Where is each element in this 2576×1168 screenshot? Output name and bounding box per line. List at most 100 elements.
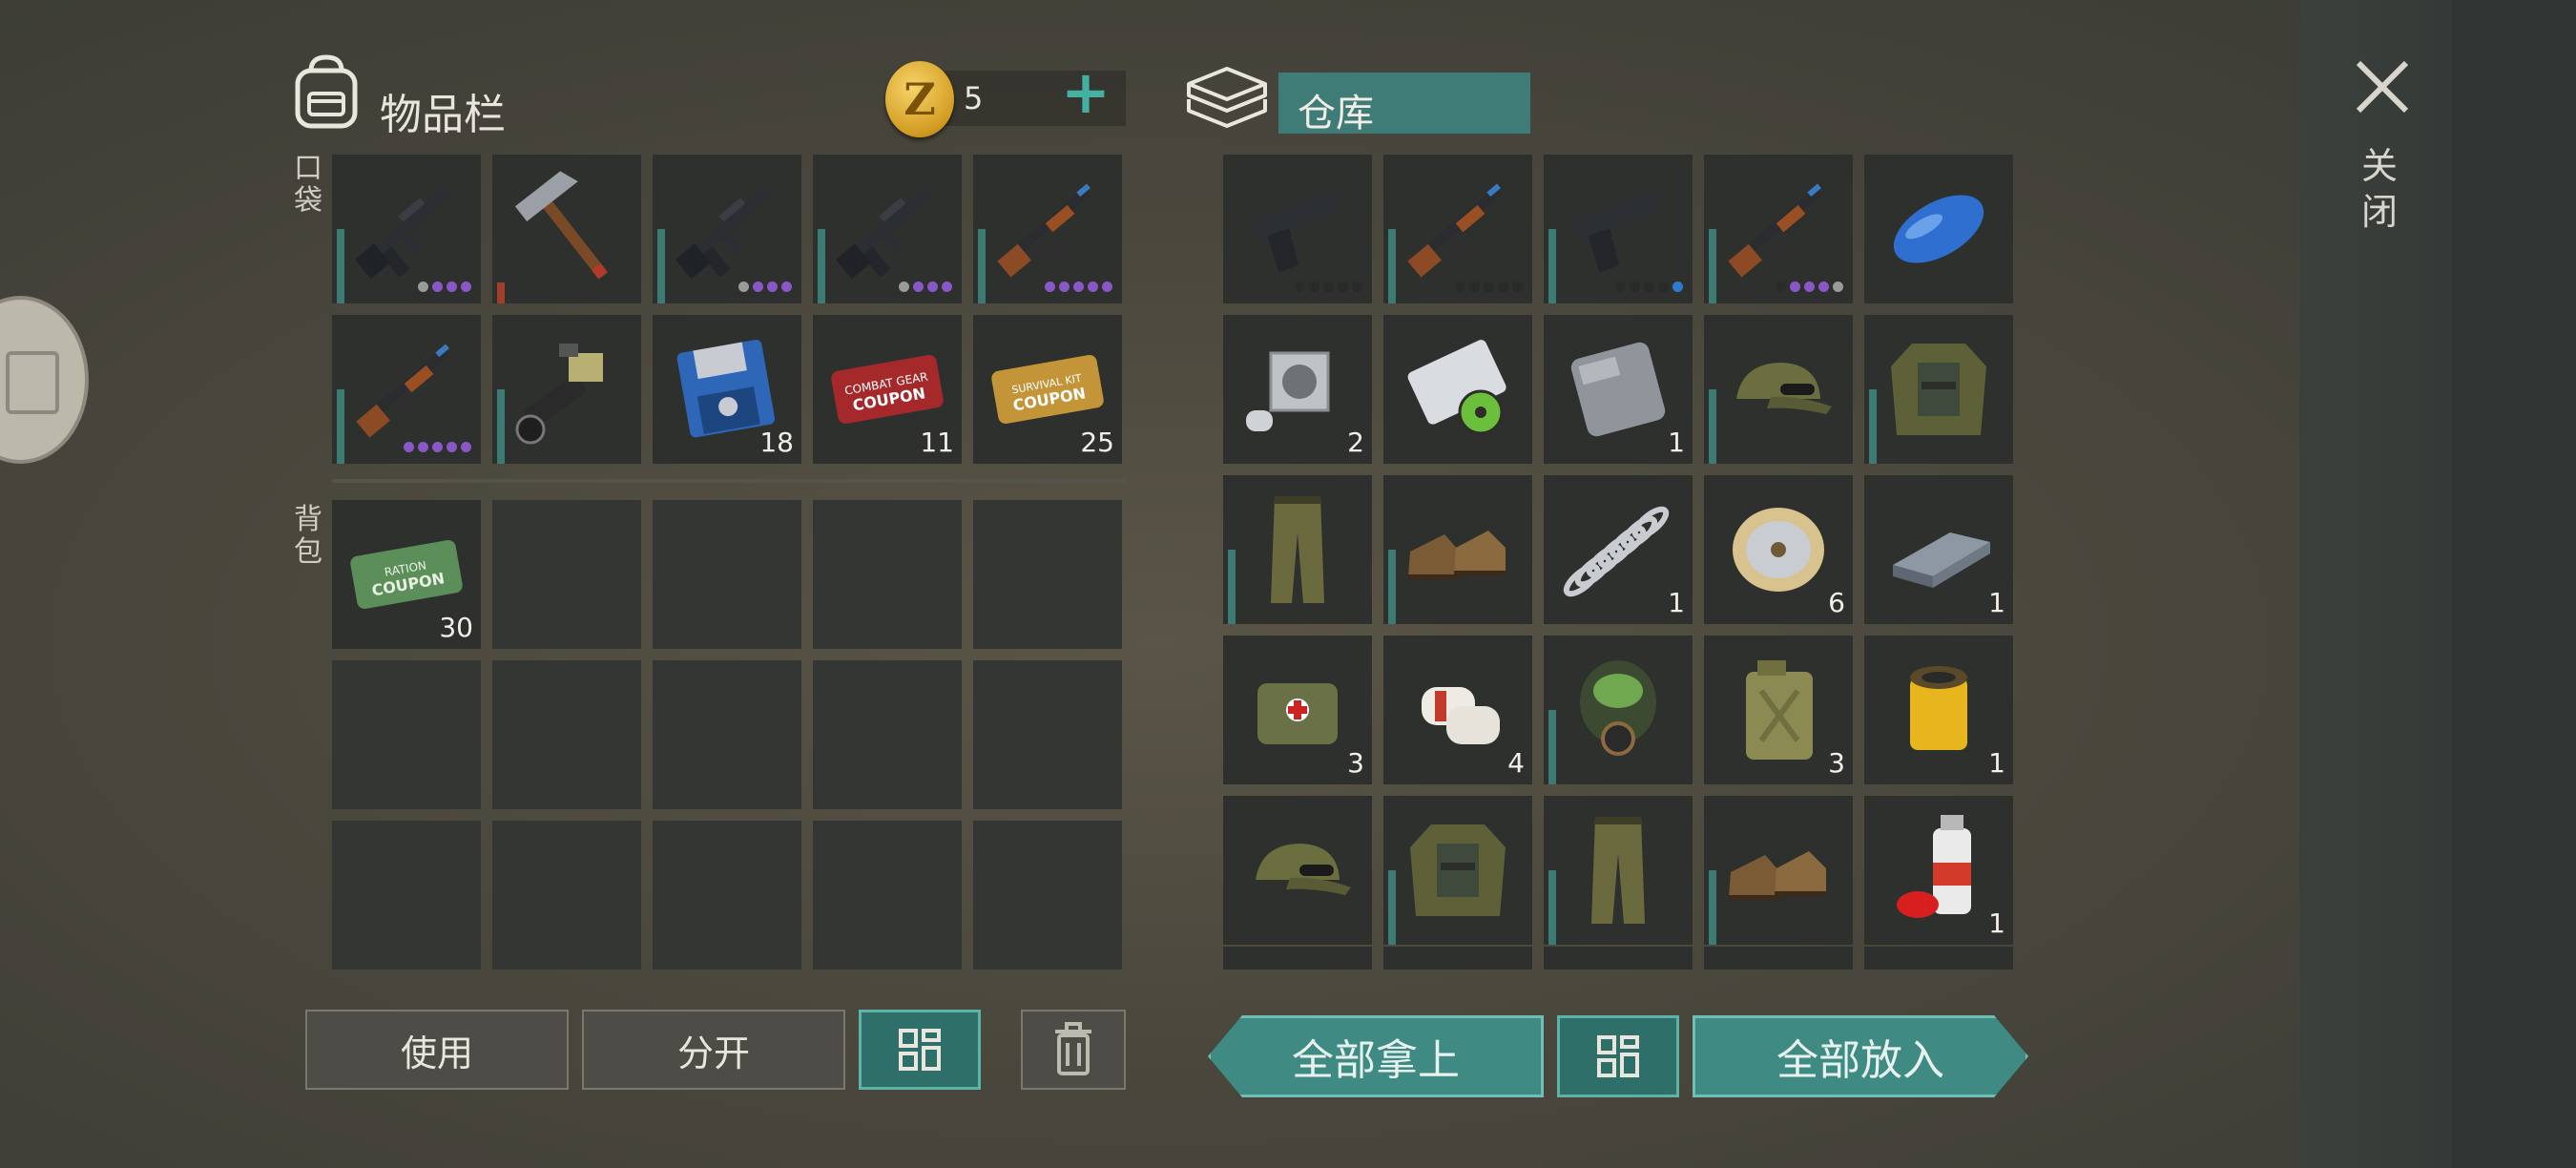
warehouse-slot-steel-ingot[interactable]: 1 (1864, 475, 2013, 624)
warehouse-slot-camo-jacket[interactable] (1383, 796, 1532, 945)
pocket-slot-ak-rifle[interactable] (332, 315, 481, 464)
biohazard-blueprints-icon (1407, 340, 1506, 435)
rarity-dots (738, 282, 792, 292)
item-count: 4 (1507, 747, 1525, 779)
rarity-dots (1045, 282, 1112, 292)
add-coins-button[interactable]: + (1061, 63, 1111, 122)
warehouse-slot-pistol[interactable] (1223, 155, 1372, 303)
durability-bar (978, 229, 986, 303)
warehouse-slot-boots[interactable] (1704, 796, 1853, 945)
warehouse-slot-gas-tank[interactable] (1864, 155, 2013, 303)
camo-pants-icon (1271, 496, 1324, 603)
backpack-slot-empty[interactable] (813, 821, 962, 970)
warehouse-slot-gas-mask[interactable] (1544, 636, 1693, 784)
durability-bar (1869, 389, 1877, 464)
sort-inventory-button[interactable] (859, 1010, 981, 1090)
backpack-slot-empty[interactable] (653, 500, 801, 649)
side-menu-handle[interactable] (0, 296, 89, 464)
close-label[interactable]: 关闭 (2361, 143, 2401, 235)
item-count: 11 (920, 427, 954, 458)
use-button[interactable]: 使用 (305, 1010, 569, 1090)
backpack-slot-ration-coupon[interactable]: RATION COUPON 30 (332, 500, 481, 649)
item-count: 3 (1828, 747, 1845, 779)
item-count: 3 (1347, 747, 1364, 779)
backpack-slot-empty[interactable] (492, 660, 641, 809)
spring-icon (1563, 506, 1670, 597)
close-icon[interactable] (2349, 53, 2416, 120)
warehouse-slot-partial[interactable] (1704, 947, 1853, 970)
medkit-bag-icon (1257, 683, 1338, 744)
warehouse-slot-wire-spool[interactable]: 6 (1704, 475, 1853, 624)
pocket-slot-m16-rifle[interactable] (813, 155, 962, 303)
backpack-slot-empty[interactable] (973, 821, 1122, 970)
warehouse-slot-medkit-bag[interactable]: 3 (1223, 636, 1372, 784)
durability-bar (337, 389, 344, 464)
grid-sort-icon (1597, 1035, 1639, 1077)
warehouse-slot-ak-rifle[interactable] (1704, 155, 1853, 303)
menu-handle-icon (6, 351, 59, 414)
backpack-slot-empty[interactable] (332, 821, 481, 970)
take-all-button[interactable]: 全部拿上 (1208, 1015, 1544, 1097)
pocket-slot-m16-rifle[interactable] (332, 155, 481, 303)
warehouse-slot-camo-jacket[interactable] (1864, 315, 2013, 464)
warehouse-slot-engine-cylinder[interactable]: 2 (1223, 315, 1372, 464)
warehouse-slot-biohazard-blueprints[interactable] (1383, 315, 1532, 464)
backpack-slot-empty[interactable] (813, 660, 962, 809)
warehouse-slot-camo-cap[interactable] (1223, 796, 1372, 945)
split-button[interactable]: 分开 (582, 1010, 845, 1090)
gas-mask-icon (1580, 660, 1656, 756)
pocket-slot-floppy-disk[interactable]: 18 (653, 315, 801, 464)
oil-filter-icon (1910, 666, 1967, 750)
camo-jacket-icon (1410, 824, 1506, 916)
rarity-dots (1455, 282, 1523, 292)
backpack-slot-empty[interactable] (492, 821, 641, 970)
warehouse-slot-partial[interactable] (1383, 947, 1532, 970)
warehouse-slot-camo-pants[interactable] (1544, 796, 1693, 945)
warehouse-slot-partial[interactable] (1223, 947, 1372, 970)
backpack-icon (295, 54, 358, 129)
m16-rifle-icon (836, 187, 933, 280)
warehouse-slot-bandage[interactable]: 4 (1383, 636, 1532, 784)
warehouse-slot-ak-rifle[interactable] (1383, 155, 1532, 303)
warehouse-slot-spray-paint[interactable]: 1 (1864, 796, 2013, 945)
warehouse-slot-camo-pants[interactable] (1223, 475, 1372, 624)
warehouse-slot-pistol[interactable] (1544, 155, 1693, 303)
warehouse-slot-camo-cap[interactable] (1704, 315, 1853, 464)
sort-warehouse-button[interactable] (1557, 1015, 1679, 1097)
item-count: 1 (1668, 427, 1685, 458)
backpack-slot-empty[interactable] (653, 660, 801, 809)
durability-bar (1388, 229, 1396, 303)
pocket-slot-combat-gear-coupon[interactable]: COMBAT GEAR COUPON 11 (813, 315, 962, 464)
backpack-slot-empty[interactable] (813, 500, 962, 649)
screen-edge (2452, 0, 2576, 1168)
bandage-icon (1422, 687, 1500, 744)
warehouse-slot-partial[interactable] (1864, 947, 2013, 970)
tab-warehouse[interactable]: 仓库 (1278, 73, 1530, 136)
warehouse-slot-spring[interactable]: 1 (1544, 475, 1693, 624)
rarity-dots (1295, 282, 1362, 292)
warehouse-slot-jerrycan[interactable]: 3 (1704, 636, 1853, 784)
put-all-button[interactable]: 全部放入 (1693, 1015, 2028, 1097)
backpack-slot-empty[interactable] (653, 821, 801, 970)
grid-sort-icon (899, 1029, 941, 1071)
warehouse-slot-partial[interactable] (1544, 947, 1693, 970)
item-count: 6 (1828, 587, 1845, 618)
durability-bar (657, 229, 665, 303)
backpack-slot-empty[interactable] (973, 500, 1122, 649)
pocket-slot-m16-rifle[interactable] (653, 155, 801, 303)
warehouse-slot-metal-sheet[interactable]: 1 (1544, 315, 1693, 464)
backpack-slot-empty[interactable] (973, 660, 1122, 809)
durability-bar (1548, 870, 1556, 945)
pocket-slot-survival-kit-coupon[interactable]: SURVIVAL KIT COUPON 25 (973, 315, 1122, 464)
pocket-slot-flamethrower[interactable] (492, 315, 641, 464)
camo-pants-icon (1591, 817, 1645, 924)
warehouse-slot-oil-filter[interactable]: 1 (1864, 636, 2013, 784)
trash-button[interactable] (1021, 1010, 1126, 1090)
backpack-slot-empty[interactable] (332, 660, 481, 809)
pocket-slot-hatchet[interactable] (492, 155, 641, 303)
backpack-slot-empty[interactable] (492, 500, 641, 649)
durability-bar (1388, 550, 1396, 624)
item-count: 1 (1988, 747, 2005, 779)
warehouse-slot-boots[interactable] (1383, 475, 1532, 624)
pocket-slot-ak-rifle[interactable] (973, 155, 1122, 303)
